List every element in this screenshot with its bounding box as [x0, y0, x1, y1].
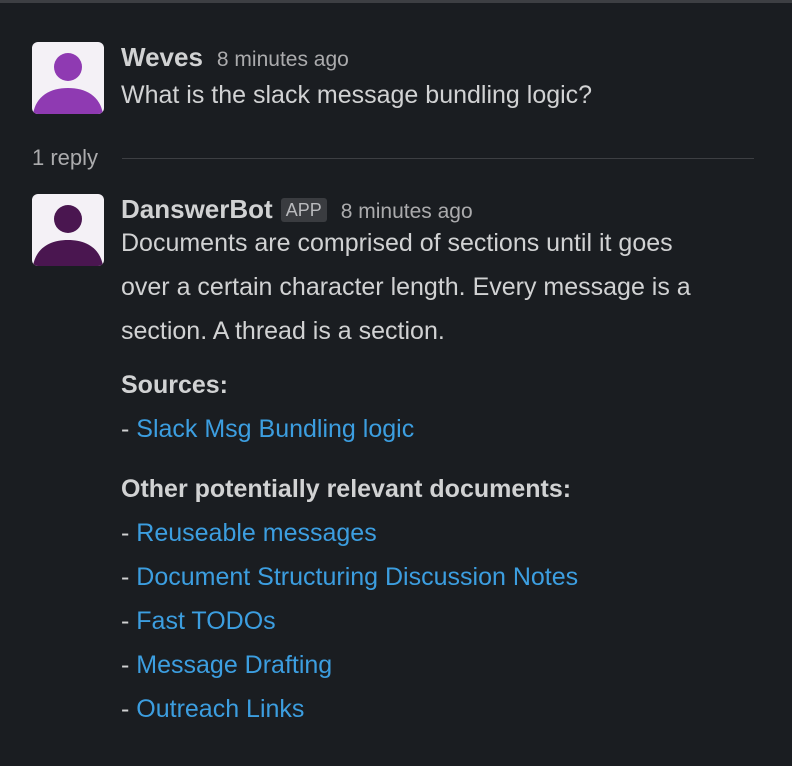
- message-header: Weves 8 minutes ago: [121, 42, 761, 72]
- avatar-danswerbot[interactable]: [32, 194, 104, 266]
- doc-link[interactable]: Reuseable messages: [136, 519, 376, 547]
- message-header: DanswerBot APP 8 minutes ago: [121, 194, 761, 224]
- divider-line: [122, 157, 754, 159]
- other-docs-heading: Other potentially relevant documents:: [121, 475, 572, 503]
- sources-list: - Slack Msg Bundling logic: [121, 407, 761, 451]
- doc-link[interactable]: Outreach Links: [136, 695, 304, 723]
- source-item: - Slack Msg Bundling logic: [121, 407, 761, 451]
- doc-link[interactable]: Fast TODOs: [136, 607, 275, 635]
- other-doc-item: - Outreach Links: [121, 687, 761, 731]
- source-link[interactable]: Slack Msg Bundling logic: [136, 415, 414, 443]
- doc-link[interactable]: Document Structuring Discussion Notes: [136, 563, 578, 591]
- user-avatar-icon: [33, 53, 103, 114]
- bullet: -: [121, 563, 137, 591]
- parent-message[interactable]: Weves 8 minutes ago What is the slack me…: [32, 42, 772, 122]
- doc-link[interactable]: Message Drafting: [136, 651, 332, 679]
- top-divider: [0, 0, 792, 3]
- bullet: -: [121, 607, 137, 635]
- message-timestamp[interactable]: 8 minutes ago: [217, 48, 349, 72]
- other-doc-item: - Fast TODOs: [121, 599, 761, 643]
- message-content: DanswerBot APP 8 minutes ago Documents a…: [121, 194, 761, 731]
- author-name[interactable]: Weves: [121, 42, 203, 73]
- slack-thread-view: Weves 8 minutes ago What is the slack me…: [0, 0, 792, 766]
- reply-count-divider: 1 reply: [32, 140, 754, 176]
- other-doc-item: - Document Structuring Discussion Notes: [121, 555, 761, 599]
- message-text: Documents are comprised of sections unti…: [121, 229, 691, 345]
- message-text: What is the slack message bundling logic…: [121, 81, 593, 109]
- app-badge: APP: [280, 198, 327, 222]
- avatar-weves[interactable]: [32, 42, 104, 114]
- bullet: -: [121, 415, 137, 443]
- bullet: -: [121, 651, 137, 679]
- other-docs-list: - Reuseable messages - Document Structur…: [121, 511, 761, 731]
- other-doc-item: - Reuseable messages: [121, 511, 761, 555]
- other-doc-item: - Message Drafting: [121, 643, 761, 687]
- message-content: Weves 8 minutes ago What is the slack me…: [121, 42, 761, 117]
- bot-avatar-icon: [33, 205, 103, 266]
- reply-count[interactable]: 1 reply: [32, 145, 98, 171]
- sources-heading: Sources:: [121, 371, 228, 399]
- reply-message[interactable]: DanswerBot APP 8 minutes ago Documents a…: [32, 194, 772, 754]
- bullet: -: [121, 695, 137, 723]
- bullet: -: [121, 519, 137, 547]
